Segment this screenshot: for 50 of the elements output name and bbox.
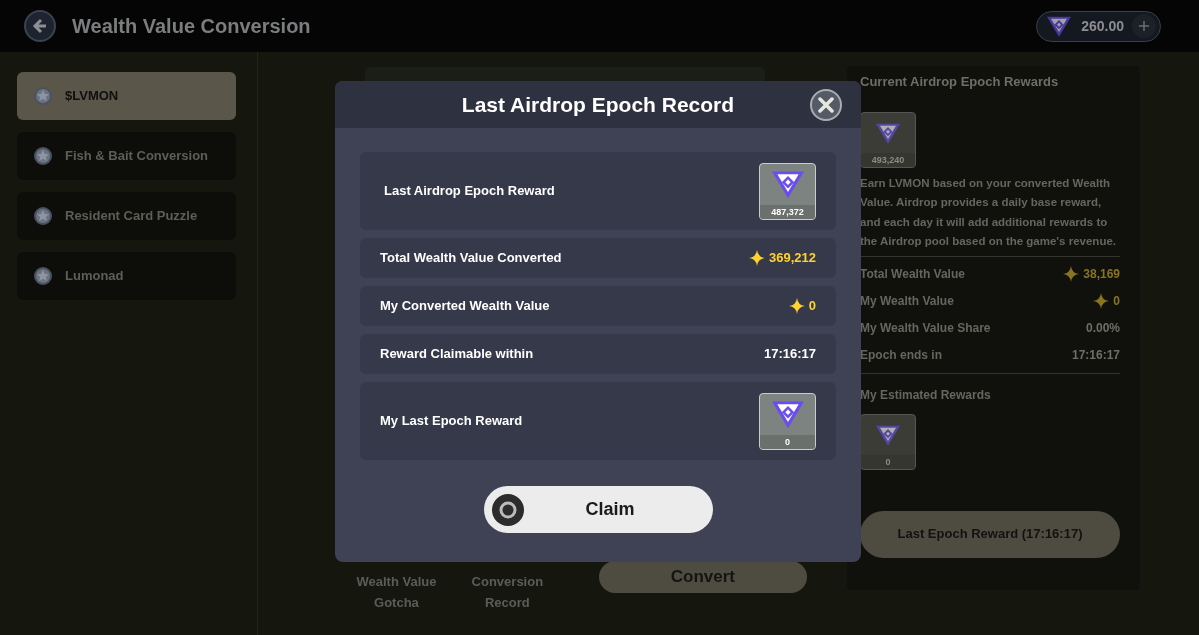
record-label: Last Airdrop Epoch Reward (383, 182, 555, 201)
add-button[interactable] (1132, 14, 1156, 38)
action-button[interactable]: Wealth Value Gotcha (353, 571, 440, 613)
sparkle-icon (1063, 266, 1080, 282)
sparkle-icon (1093, 293, 1110, 309)
page-title: Wealth Value Conversion (72, 14, 311, 39)
last-epoch-button[interactable]: Last Epoch Reward (17:16:17) (860, 510, 1120, 558)
balance-amount: 260.00 (1081, 16, 1124, 36)
stat-value: 0 (1113, 293, 1120, 310)
token-amount: 487,372 (760, 204, 815, 219)
stat-label: Epoch ends in (860, 347, 942, 364)
record-label: My Last Epoch Reward (380, 412, 523, 431)
stat-label: Total Wealth Value (860, 266, 965, 283)
sidebar-item[interactable]: Fish & Bait Conversion (17, 132, 236, 180)
record-label: Total Wealth Value Converted (380, 249, 562, 268)
token-amount: 493,240 (861, 152, 915, 167)
star-coin-icon (33, 206, 53, 226)
record-value: 0 (808, 297, 816, 316)
star-coin-icon (33, 266, 53, 286)
back-button[interactable] (24, 10, 56, 42)
record-label: My Converted Wealth Value (380, 297, 550, 316)
sidebar-item[interactable]: Lumonad (17, 252, 236, 300)
star-coin-icon (33, 86, 53, 106)
modal-title: Last Airdrop Epoch Record (461, 91, 735, 118)
record-value: 369,212 (769, 249, 816, 268)
estimated-title: My Estimated Rewards (860, 387, 991, 402)
record-label: Reward Claimable within (380, 345, 534, 364)
stat-value: 17:16:17 (1071, 347, 1120, 364)
stat-value: 38,169 (1083, 266, 1120, 283)
ring-icon (491, 493, 524, 526)
sparkle-icon (749, 250, 765, 266)
panel-title: Current Airdrop Epoch Rewards (860, 73, 1060, 91)
convert-button[interactable]: Convert (598, 561, 807, 593)
sparkle-icon (788, 298, 805, 314)
star-coin-icon (33, 146, 53, 166)
rewards-description: Earn LVMON based on your converted Wealth Value. Airdrop provides a daily base reward, and each day it will add additional rewards to the Airdrop pool based on the game's revenue. (860, 175, 1117, 249)
sidebar-item[interactable]: Resident Card Puzzle (17, 192, 236, 240)
back-arrow-icon (32, 18, 48, 34)
close-button[interactable] (810, 89, 842, 121)
sidebar-item[interactable]: $LVMON (17, 72, 236, 120)
stat-value: 0.00% (1085, 320, 1120, 337)
close-icon (818, 97, 834, 113)
token-amount: 0 (861, 454, 915, 469)
record-value: 17:16:17 (763, 345, 816, 364)
action-button[interactable]: Conversion Record (463, 571, 551, 613)
plus-icon (1138, 20, 1150, 32)
stat-label: My Wealth Value Share (860, 320, 991, 337)
stat-label: My Wealth Value (860, 293, 954, 310)
token-amount: 0 (760, 434, 815, 449)
claim-button[interactable]: Claim (483, 486, 713, 533)
